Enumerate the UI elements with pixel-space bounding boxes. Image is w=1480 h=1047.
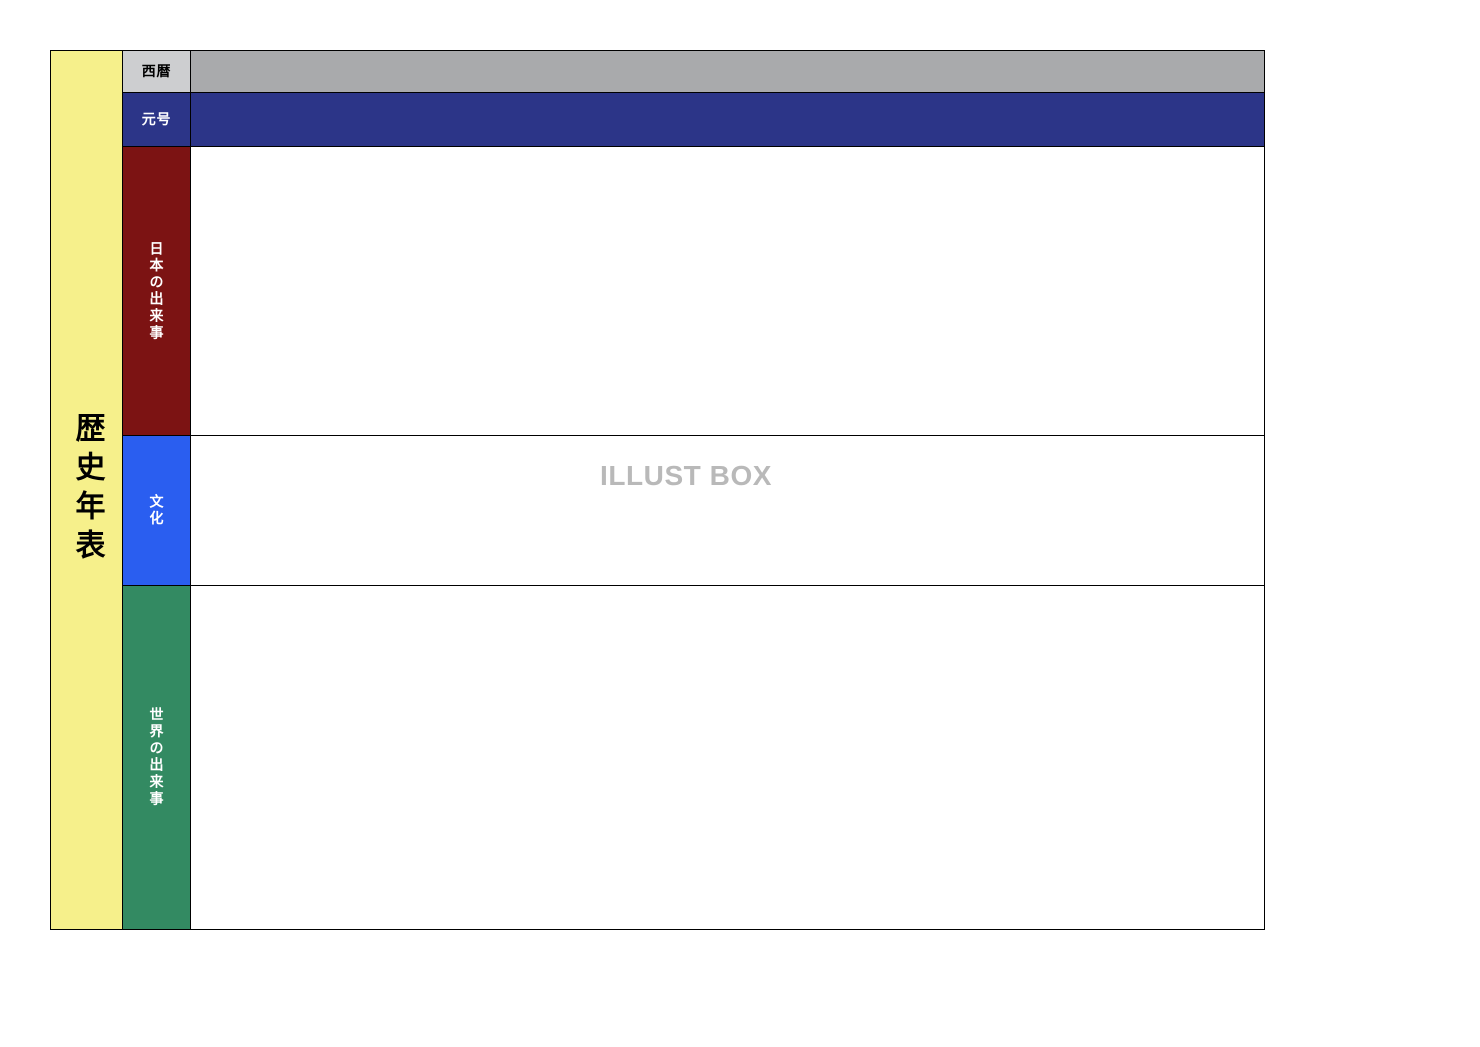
row-seireki: 西暦 [123, 51, 1264, 93]
row-sekai: 世界の出来事 [123, 586, 1264, 929]
header-bunka: 文化 [123, 436, 191, 585]
header-sekai-label: 世界の出来事 [147, 707, 167, 808]
content-bunka [191, 436, 1264, 585]
header-nihon-label: 日本の出来事 [147, 241, 167, 342]
header-sekai: 世界の出来事 [123, 586, 191, 929]
content-seireki [191, 51, 1264, 92]
content-gengo [191, 93, 1264, 146]
content-sekai [191, 586, 1264, 929]
header-gengo-label: 元号 [142, 109, 171, 129]
header-seireki-label: 西暦 [142, 61, 171, 81]
row-gengo: 元号 [123, 93, 1264, 147]
header-bunka-label: 文化 [147, 494, 167, 528]
header-gengo: 元号 [123, 93, 191, 146]
content-nihon [191, 147, 1264, 435]
main-title: 歴史年表 [65, 412, 109, 568]
row-nihon: 日本の出来事 [123, 147, 1264, 436]
header-seireki: 西暦 [123, 51, 191, 92]
row-bunka: 文化 [123, 436, 1264, 586]
header-nihon: 日本の出来事 [123, 147, 191, 435]
rows-container: 西暦 元号 日本の出来事 文化 世界の出来事 [123, 51, 1264, 929]
title-column: 歴史年表 [51, 51, 123, 929]
timeline-table: 歴史年表 西暦 元号 日本の出来事 文化 [50, 50, 1265, 930]
